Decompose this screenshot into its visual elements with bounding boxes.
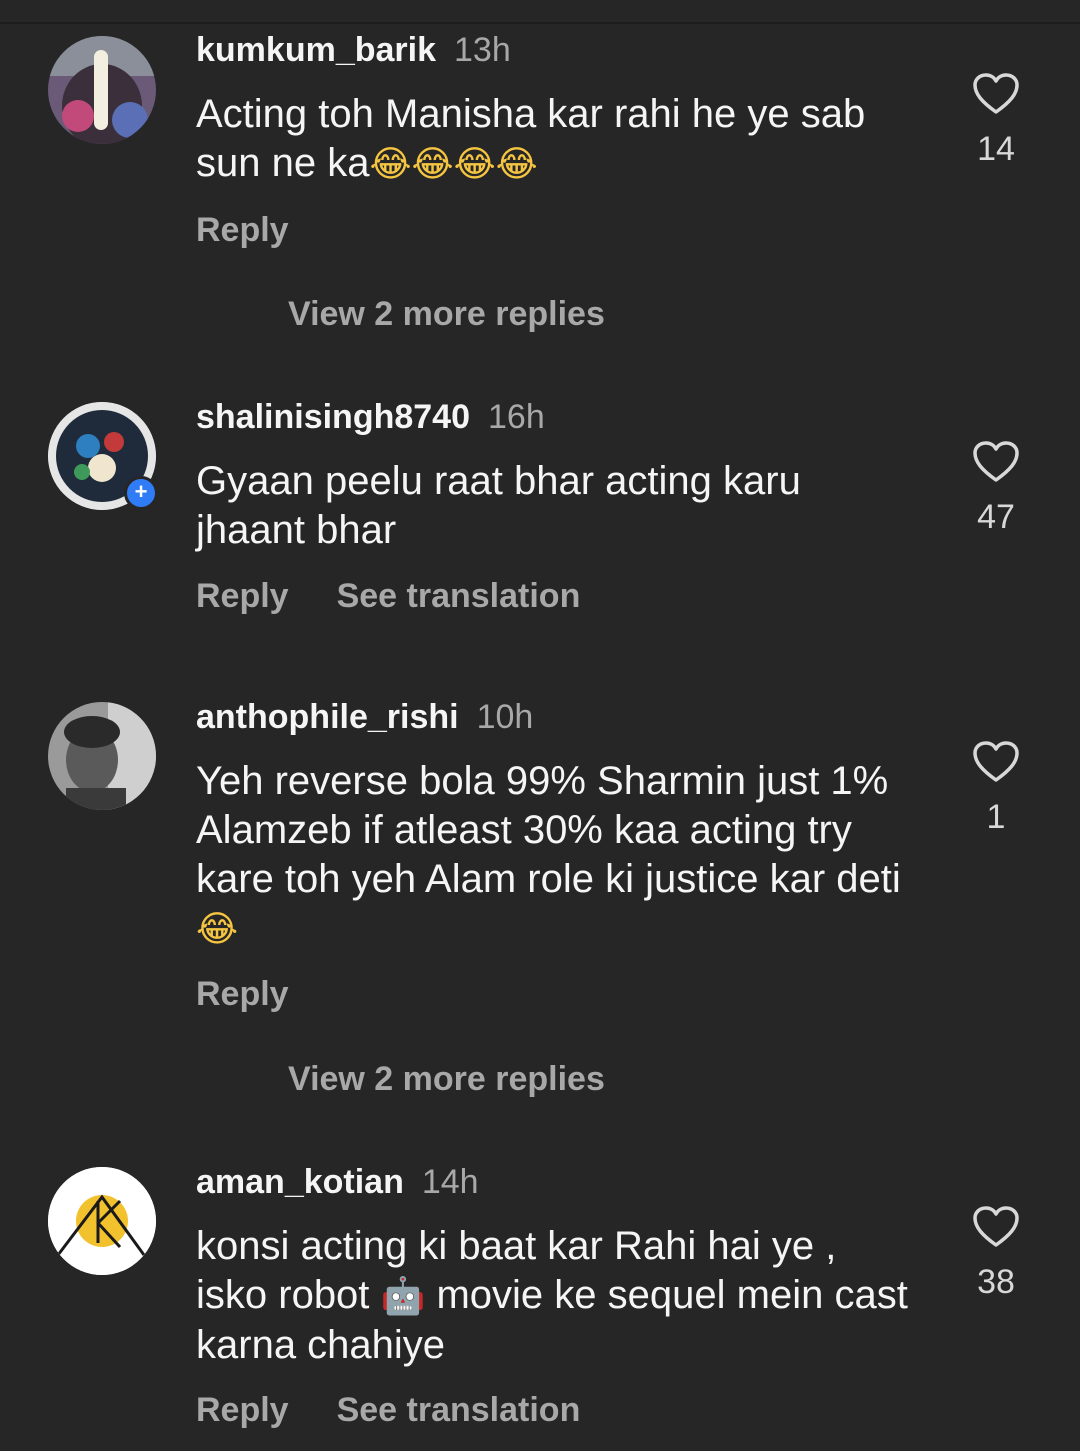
username[interactable]: anthophile_rishi — [196, 698, 459, 736]
reply-button[interactable]: Reply — [196, 577, 289, 615]
laughing-emoji: 😂 — [196, 909, 239, 950]
like-count: 38 — [977, 1263, 1015, 1301]
like-control: 14 — [968, 72, 1024, 169]
see-translation-button[interactable]: See translation — [337, 577, 581, 615]
heart-outline-icon[interactable] — [972, 440, 1020, 484]
comment-header: shalinisingh8740 16h — [196, 397, 545, 437]
comment-header: aman_kotian 14h — [196, 1162, 479, 1202]
like-count: 1 — [986, 798, 1006, 836]
timestamp: 13h — [454, 31, 511, 69]
username[interactable]: kumkum_barik — [196, 31, 436, 69]
timestamp: 14h — [421, 1163, 479, 1201]
like-control: 47 — [968, 440, 1024, 537]
heart-outline-icon[interactable] — [972, 740, 1020, 784]
reply-button[interactable]: Reply — [196, 975, 289, 1013]
like-count: 47 — [977, 498, 1015, 536]
comment-actions: Reply See translation — [196, 1390, 580, 1430]
comment-actions: Reply See translation — [196, 576, 580, 616]
like-count: 14 — [977, 130, 1015, 168]
avatar[interactable] — [48, 36, 156, 144]
reply-button[interactable]: Reply — [196, 1391, 289, 1429]
timestamp: 10h — [476, 698, 534, 736]
avatar[interactable] — [48, 1167, 156, 1275]
like-control: 1 — [968, 740, 1024, 837]
heart-outline-icon[interactable] — [972, 1205, 1020, 1249]
add-story-badge: + — [124, 476, 158, 510]
top-divider — [0, 22, 1080, 24]
username[interactable]: aman_kotian — [196, 1163, 404, 1201]
username[interactable]: shalinisingh8740 — [196, 398, 470, 436]
laughing-emoji: 😂😂😂😂 — [369, 144, 538, 185]
see-translation-button[interactable]: See translation — [337, 1391, 581, 1429]
view-more-replies[interactable]: View 2 more replies — [288, 294, 605, 334]
view-more-replies[interactable]: View 2 more replies — [288, 1059, 605, 1099]
comment-actions: Reply — [196, 974, 289, 1014]
timestamp: 16h — [488, 398, 545, 436]
robot-emoji: 🤖 — [380, 1276, 426, 1317]
comment-text: Gyaan peelu raat bhar acting karu jhaant… — [196, 459, 801, 552]
heart-outline-icon[interactable] — [972, 72, 1020, 116]
avatar[interactable] — [48, 702, 156, 810]
comment-header: kumkum_barik 13h — [196, 30, 511, 70]
comment-body: Yeh reverse bola 99% Sharmin just 1% Ala… — [196, 759, 901, 901]
comment-header: anthophile_rishi 10h — [196, 697, 533, 737]
comment-actions: Reply — [196, 210, 289, 250]
comment-text: Acting toh Manisha kar rahi he ye sab su… — [196, 90, 916, 189]
like-control: 38 — [968, 1205, 1024, 1302]
comment-text: konsi acting ki baat kar Rahi hai ye , i… — [196, 1222, 916, 1370]
reply-button[interactable]: Reply — [196, 211, 289, 249]
comment-text: Yeh reverse bola 99% Sharmin just 1% Ala… — [196, 757, 916, 954]
